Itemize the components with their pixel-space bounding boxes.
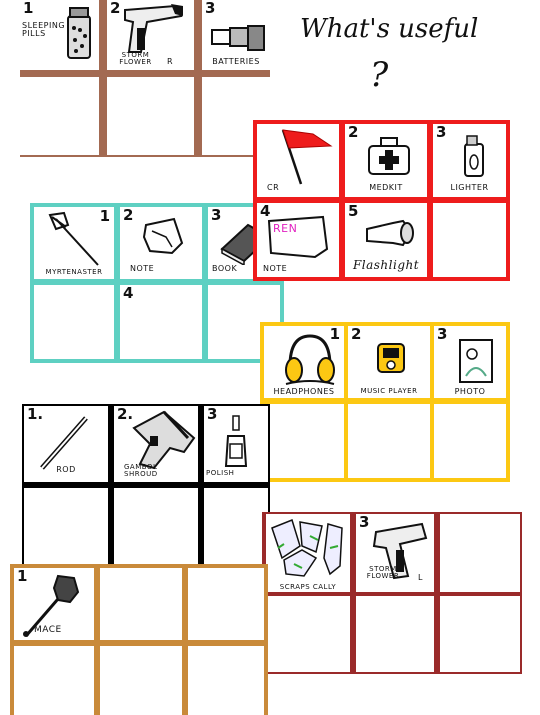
slot-label: ROD <box>56 465 76 474</box>
inventory-slot-sleeping-pills[interactable]: 1 SLEEPING PILLS <box>20 0 99 70</box>
inventory-slot-gambol-shroud[interactable]: 2. GAMBOL SHROUD <box>114 406 198 482</box>
slot-label: SLEEPING PILLS <box>22 21 66 39</box>
note-icon <box>267 215 329 259</box>
slot-label: STORM FLOWER <box>119 51 152 67</box>
slot-label: NOTE <box>263 264 288 273</box>
question-mark: ? <box>370 55 389 95</box>
slot-number: 3 <box>205 0 216 17</box>
inventory-slot-empty[interactable] <box>348 404 430 478</box>
slot-label: POLISH <box>206 469 235 477</box>
lighter-icon <box>464 135 484 177</box>
flashlight-icon <box>366 219 414 247</box>
inventory-slot-empty[interactable] <box>266 596 350 672</box>
slot-number: 2 <box>348 124 359 141</box>
inventory-slot-empty[interactable] <box>440 514 520 592</box>
inventory-slot-empty[interactable] <box>434 404 506 478</box>
crumpled-note-icon <box>142 217 184 255</box>
page-title: What's useful <box>300 14 479 44</box>
inventory-slot-empty[interactable] <box>188 568 264 640</box>
inventory-slot-music-player[interactable]: 2 MUSIC PLAYER <box>348 326 430 398</box>
photo-icon <box>459 339 493 383</box>
medkit-icon <box>368 137 410 175</box>
inventory-slot-empty[interactable] <box>100 568 182 640</box>
headphones-icon <box>285 334 335 385</box>
inventory-slot-mace[interactable]: 1 MACE <box>14 568 94 640</box>
slot-label: MYRTENASTER <box>45 268 103 276</box>
inventory-slot-empty[interactable] <box>264 404 344 478</box>
slot-number: 3 <box>207 406 218 423</box>
music-player-icon <box>377 343 405 373</box>
slot-side-marker: L <box>418 573 423 582</box>
slot-label: BATTERIES <box>212 57 260 66</box>
teal-inventory-grid: 1 MYRTENASTER 2 NOTE 3 BOOK 4 <box>30 203 284 363</box>
inventory-slot-polish[interactable]: 3 POLISH <box>204 406 268 482</box>
slot-label: MEDKIT <box>369 183 403 192</box>
polish-bottle-icon <box>224 415 248 467</box>
slot-label: SCRAPS CALLY <box>279 583 337 591</box>
note-handwriting: REN <box>273 222 298 235</box>
slot-number: 2 <box>351 326 362 343</box>
red-inventory-grid: CR 2 MEDKIT 3 LIGHTER 4 REN NOTE 5 Flash… <box>253 120 510 281</box>
inventory-slot-cr[interactable]: CR <box>257 124 339 197</box>
pill-bottle-icon <box>67 7 91 59</box>
inventory-slot-medkit[interactable]: 2 MEDKIT <box>345 124 427 197</box>
inventory-slot-note[interactable]: 2 NOTE <box>120 207 202 279</box>
inventory-slot-empty[interactable] <box>20 77 99 155</box>
red-flag-icon <box>281 129 333 185</box>
inventory-slot-scraps[interactable]: SCRAPS CALLY <box>266 514 350 592</box>
inventory-slot-empty[interactable] <box>188 646 264 715</box>
rapier-icon <box>48 211 99 266</box>
batteries-icon <box>211 25 265 51</box>
inventory-slot-flashlight[interactable]: 5 Flashlight <box>345 203 427 277</box>
inventory-slot-storm-flower[interactable]: 2 STORM FLOWER R <box>107 0 194 70</box>
inventory-slot-empty[interactable] <box>107 77 194 155</box>
orange-inventory-grid: 1 MACE <box>10 564 268 715</box>
inventory-slot-storm-flower-l[interactable]: 3 STORM FLOWER L <box>356 514 434 592</box>
inventory-slot-empty[interactable] <box>34 285 114 359</box>
scraps-icon <box>271 519 343 577</box>
inventory-slot-headphones[interactable]: 1 HEADPHONES <box>264 326 344 398</box>
slot-label: HEADPHONES <box>273 387 335 396</box>
slot-number: 4 <box>123 285 134 302</box>
slot-label: PHOTO <box>454 387 486 396</box>
inventory-slot-photo[interactable]: 3 PHOTO <box>434 326 506 398</box>
slot-label: MUSIC PLAYER <box>360 387 418 395</box>
inventory-slot-empty[interactable] <box>24 488 108 572</box>
inventory-slot-empty[interactable] <box>100 646 182 715</box>
inventory-slot-empty[interactable] <box>356 596 434 672</box>
inventory-slot-empty[interactable] <box>114 488 198 572</box>
slot-number: 1 <box>23 0 34 17</box>
slot-label: MACE <box>34 625 62 635</box>
black-inventory-grid: 1. ROD 2. GAMBOL SHROUD 3 POLISH <box>22 404 270 574</box>
yellow-inventory-grid: 1 HEADPHONES 2 MUSIC PLAYER 3 PHOTO <box>260 322 510 482</box>
slot-label: NOTE <box>130 264 155 273</box>
inventory-slot-empty[interactable] <box>204 488 268 572</box>
rod-icon <box>40 416 88 470</box>
inventory-slot-lighter[interactable]: 3 LIGHTER <box>433 124 506 197</box>
slot-label: CR <box>267 183 280 192</box>
slot-label: GAMBOL SHROUD <box>124 463 158 479</box>
darkred-inventory-grid: SCRAPS CALLY 3 STORM FLOWER L <box>262 512 522 674</box>
slot-number: 5 <box>348 203 359 220</box>
inventory-slot-empty[interactable] <box>433 203 506 277</box>
slot-label: LIGHTER <box>450 183 489 192</box>
slot-label: STORM FLOWER <box>366 565 400 581</box>
slot-number: 2 <box>123 207 134 224</box>
inventory-slot-4[interactable]: 4 <box>120 285 202 359</box>
inventory-slot-myrtenaster[interactable]: 1 MYRTENASTER <box>34 207 114 279</box>
inventory-slot-empty[interactable] <box>14 646 94 715</box>
inventory-slot-empty[interactable] <box>440 596 520 672</box>
inventory-slot-rod[interactable]: 1. ROD <box>24 406 108 482</box>
slot-side-marker: R <box>167 57 174 66</box>
slot-number: 3 <box>437 326 448 343</box>
inventory-slot-note-ren[interactable]: 4 REN NOTE <box>257 203 339 277</box>
inventory-slot-batteries[interactable]: 3 BATTERIES <box>202 0 270 70</box>
brown-inventory-grid: 1 SLEEPING PILLS 2 STORM FLOWER R 3 BATT… <box>20 0 270 157</box>
slot-number: 3 <box>436 124 447 141</box>
slot-label: Flashlight <box>352 258 420 272</box>
